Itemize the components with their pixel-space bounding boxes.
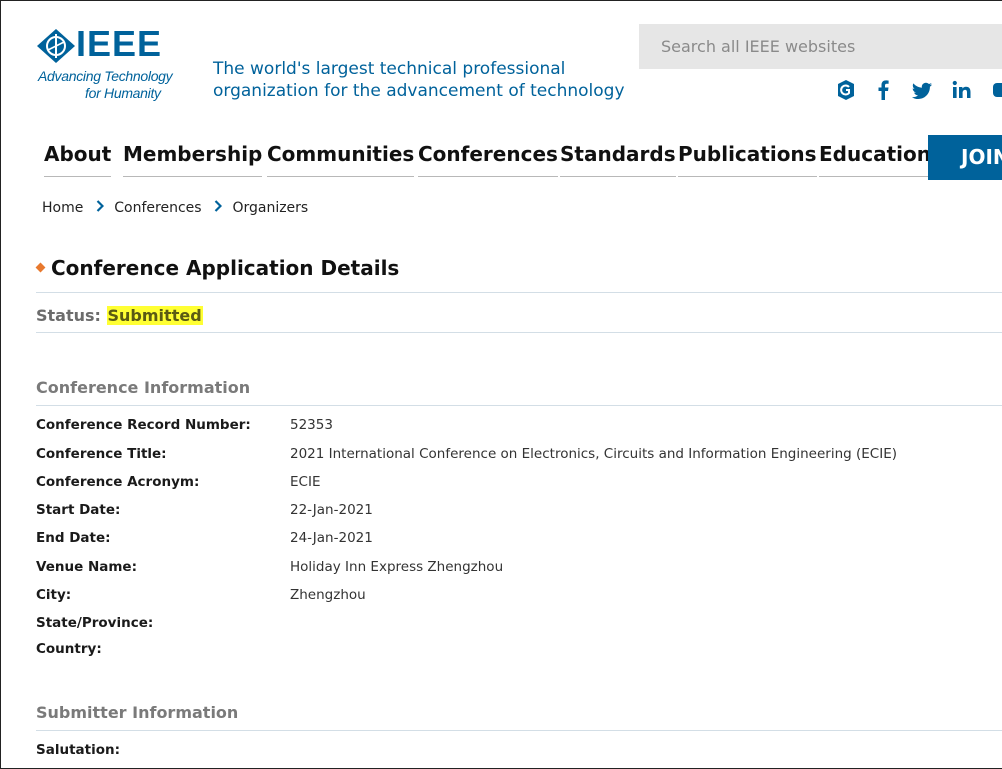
nav-communities[interactable]: Communities [267, 140, 415, 177]
divider [36, 405, 1002, 406]
search-input[interactable] [639, 24, 1002, 69]
logo-tagline-line2: for Humanity [85, 85, 161, 101]
field-value: 22-Jan-2021 [290, 502, 373, 518]
field-label: Country: [36, 641, 102, 657]
field-value: 24-Jan-2021 [290, 530, 373, 546]
divider [36, 730, 1002, 731]
divider [36, 332, 1002, 333]
field-value: 52353 [290, 417, 333, 433]
facebook-icon[interactable] [876, 78, 890, 102]
search-box[interactable] [639, 24, 1002, 69]
field-label: End Date: [36, 530, 111, 546]
field-label: State/Province: [36, 615, 154, 631]
youtube-icon[interactable] [993, 78, 1002, 102]
nav-education[interactable]: Education [819, 140, 931, 177]
ieee-logo[interactable]: IEEE Advancing Technology for Humanity [36, 24, 176, 102]
breadcrumb-organizers[interactable]: Organizers [232, 200, 308, 216]
chevron-right-icon [214, 200, 223, 216]
breadcrumb-home[interactable]: Home [42, 200, 83, 216]
logo-tagline-line1: Advancing Technology [38, 68, 173, 84]
field-label: Conference Acronym: [36, 474, 200, 490]
status-label: Status: [36, 306, 101, 325]
site-tagline: The world's largest technical profession… [213, 59, 625, 101]
status-line: Status: Submitted [36, 306, 203, 325]
field-value: ECIE [290, 474, 321, 490]
ieee-collabratec-icon[interactable] [836, 78, 856, 102]
linkedin-icon[interactable] [952, 78, 972, 102]
field-value: Zhengzhou [290, 587, 366, 603]
nav-membership[interactable]: Membership [123, 140, 263, 177]
section-heading-conference-information: Conference Information [36, 378, 251, 397]
ieee-diamond-icon [36, 28, 76, 64]
field-label: Conference Title: [36, 446, 167, 462]
breadcrumb: Home Conferences Organizers [42, 200, 308, 216]
ieee-wordmark: IEEE [76, 23, 163, 64]
chevron-right-icon [96, 200, 104, 216]
nav-publications[interactable]: Publications [678, 140, 817, 177]
status-badge: Submitted [106, 306, 203, 325]
field-label: Start Date: [36, 502, 121, 518]
nav-about[interactable]: About [44, 140, 112, 177]
field-label: Salutation: [36, 742, 120, 758]
field-label: Conference Record Number: [36, 417, 251, 433]
nav-conferences[interactable]: Conferences [418, 140, 558, 177]
field-label: Venue Name: [36, 559, 137, 575]
breadcrumb-conferences[interactable]: Conferences [114, 200, 201, 216]
twitter-icon[interactable] [911, 78, 933, 102]
field-label: City: [36, 587, 72, 603]
join-button[interactable]: JOIN [928, 135, 1002, 180]
nav-standards[interactable]: Standards [560, 140, 676, 177]
field-value: Holiday Inn Express Zhengzhou [290, 559, 504, 575]
field-value: 2021 International Conference on Electro… [290, 446, 897, 462]
divider [36, 292, 1002, 293]
page-title: Conference Application Details [51, 256, 400, 280]
section-heading-submitter-information: Submitter Information [36, 703, 239, 722]
